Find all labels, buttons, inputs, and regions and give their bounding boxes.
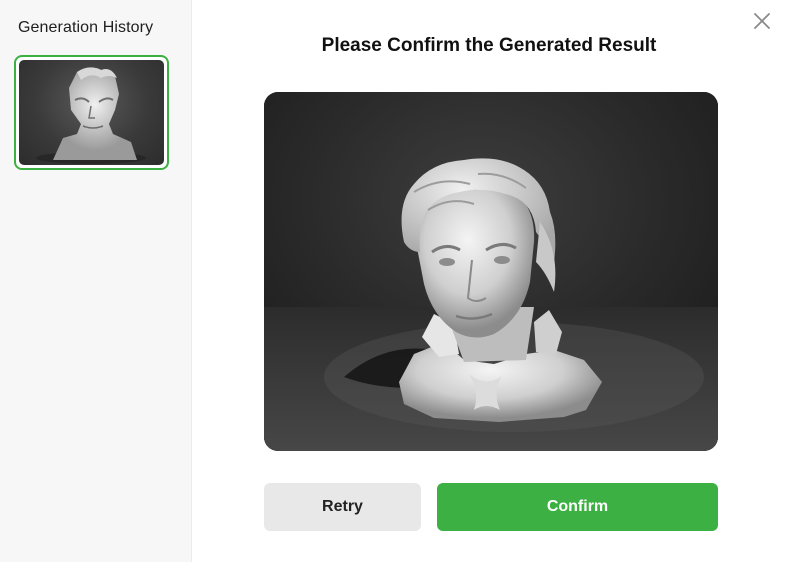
history-item-thumbnail[interactable]: [14, 55, 169, 170]
confirm-button[interactable]: Confirm: [437, 483, 718, 531]
close-icon: [754, 13, 770, 29]
close-button[interactable]: [751, 10, 773, 32]
retry-button[interactable]: Retry: [264, 483, 421, 531]
generated-result-preview: [264, 92, 718, 451]
history-thumbnail-image: [19, 60, 164, 165]
dialog-title: Please Confirm the Generated Result: [321, 35, 657, 56]
sidebar: Generation History: [0, 0, 192, 562]
sidebar-title: Generation History: [18, 19, 154, 36]
bust-render-image: [264, 92, 718, 451]
